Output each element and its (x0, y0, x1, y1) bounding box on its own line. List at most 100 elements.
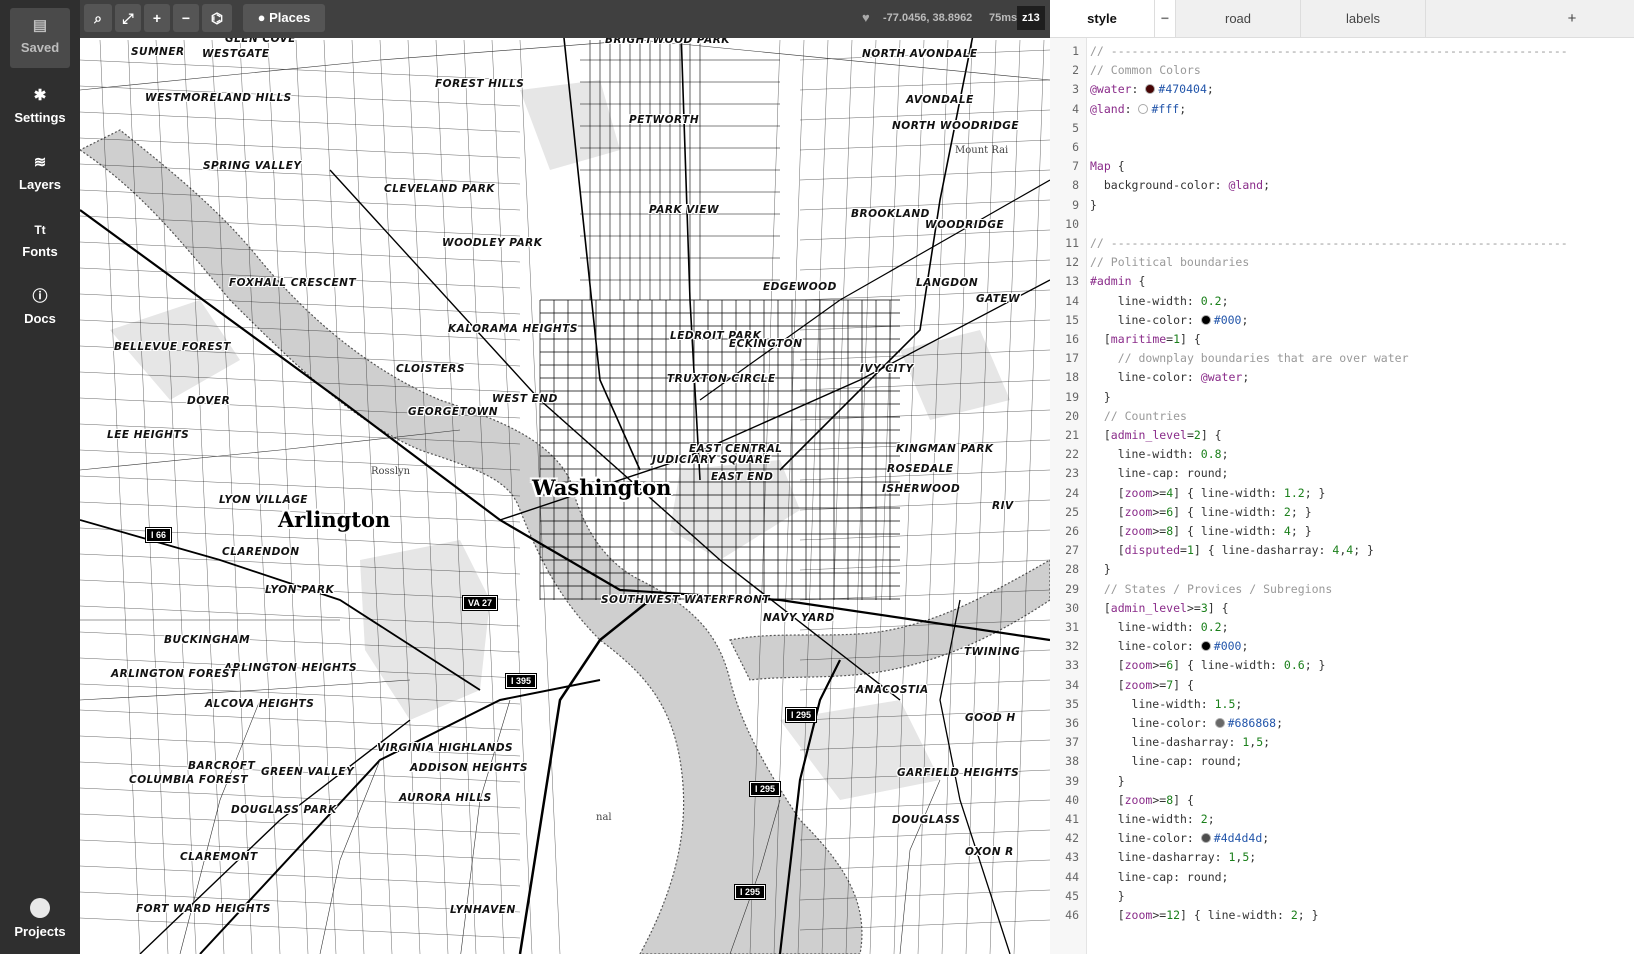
highway-shield: I 295 (733, 884, 767, 900)
code-line[interactable]: 9} (1050, 195, 1634, 215)
tab-labels[interactable]: labels (1301, 0, 1426, 37)
code-line[interactable]: 22 line-width: 0.8; (1050, 444, 1634, 464)
fonts-button[interactable]: Tt Fonts (0, 222, 80, 259)
code-line[interactable]: 1 // ------------------------------------… (1050, 41, 1634, 61)
heart-icon[interactable]: ♥ (862, 0, 870, 36)
city-label-arlington: Arlington (278, 507, 391, 532)
code-text: } (1090, 773, 1125, 788)
code-line[interactable]: 25 [zoom>=6] { line-width: 2; } (1050, 502, 1634, 522)
code-line[interactable]: 2 // Common Colors (1050, 60, 1634, 80)
app-sidebar: ▤ Saved ✱ Settings ≋ Layers Tt Fonts ⓘ D… (0, 0, 80, 954)
code-line[interactable]: 16 [maritime=1] { (1050, 329, 1634, 349)
docs-button[interactable]: ⓘ Docs (0, 289, 80, 327)
code-line[interactable]: 19 } (1050, 387, 1634, 407)
code-line[interactable]: 8 background-color: @land; (1050, 175, 1634, 195)
code-line[interactable]: 23 line-cap: round; (1050, 463, 1634, 483)
map-small-label: Mount Rai (955, 145, 1009, 156)
zoom-out-button[interactable]: − (173, 4, 199, 32)
code-line[interactable]: 5 (1050, 118, 1634, 138)
code-line[interactable]: 45 } (1050, 886, 1634, 906)
code-line[interactable]: 38 line-cap: round; (1050, 751, 1634, 771)
code-line[interactable]: 35 line-width: 1.5; (1050, 694, 1634, 714)
map-label: ALCOVA HEIGHTS (205, 698, 315, 710)
map-canvas[interactable]: SUMNER GLEN COVE WESTGATE BRIGHTWOOD PAR… (80, 0, 1050, 954)
code-text: line-dasharray: 1,5; (1090, 735, 1271, 750)
gear-icon: ✱ (33, 87, 47, 104)
code-text: // downplay boundaries that are over wat… (1117, 351, 1409, 366)
search-button[interactable]: ⌕ (84, 4, 112, 32)
color-swatch (1138, 103, 1149, 114)
line-number: 38 (1065, 754, 1079, 769)
code-line[interactable]: 34 [zoom>=7] { (1050, 675, 1634, 695)
code-line[interactable]: 46 [zoom>=12] { line-width: 2; } (1050, 905, 1634, 925)
city-label-washington: Washington (532, 475, 672, 500)
layers-button[interactable]: ≋ Layers (0, 155, 80, 193)
code-line[interactable]: 14 line-width: 0.2; (1050, 291, 1634, 311)
code-line[interactable]: 18 line-color: @water; (1050, 367, 1634, 387)
code-line[interactable]: 36 line-color: #686868; (1050, 713, 1634, 733)
map-label: WESTGATE (202, 48, 270, 60)
code-line[interactable]: 7 Map { (1050, 156, 1634, 176)
code-line[interactable]: 31 line-width: 0.2; (1050, 617, 1634, 637)
code-line[interactable]: 44 line-cap: round; (1050, 867, 1634, 887)
add-tab-button[interactable]: + (1557, 0, 1587, 37)
code-line[interactable]: 43 line-dasharray: 1,5; (1050, 847, 1634, 867)
code-line[interactable]: 10 (1050, 214, 1634, 234)
tab-close-button[interactable]: − (1155, 0, 1176, 37)
code-line[interactable]: 37 line-dasharray: 1,5; (1050, 732, 1634, 752)
zoom-in-button[interactable]: + (144, 4, 170, 32)
code-line[interactable]: 13 #admin { (1050, 271, 1634, 291)
code-line[interactable]: 27 [disputed=1] { line-dasharray: 4,4; } (1050, 540, 1634, 560)
code-line[interactable]: 30 [admin_level>=3] { (1050, 598, 1634, 618)
code-line[interactable]: 42 line-color: #4d4d4d; (1050, 828, 1634, 848)
code-line[interactable]: 32 line-color: #000; (1050, 636, 1634, 656)
code-line[interactable]: 39 } (1050, 771, 1634, 791)
line-number: 23 (1065, 466, 1079, 481)
style-editor: style − road labels + 1 // --------------… (1050, 0, 1634, 954)
places-button[interactable]: ● Places (243, 4, 325, 32)
code-line[interactable]: 4 @land: #fff; (1050, 99, 1634, 119)
line-number: 39 (1065, 773, 1079, 788)
code-line[interactable]: 21 [admin_level=2] { (1050, 425, 1634, 445)
settings-button[interactable]: ✱ Settings (0, 87, 80, 126)
code-line[interactable]: 33 [zoom>=6] { line-width: 0.6; } (1050, 655, 1634, 675)
inspect-button[interactable]: ⌬ (202, 4, 232, 32)
code-line[interactable]: 11 // -----------------------------------… (1050, 233, 1634, 253)
plus-icon: + (152, 10, 162, 26)
map-label: CLEVELAND PARK (384, 183, 495, 195)
code-line[interactable]: 12 // Political boundaries (1050, 252, 1634, 272)
code-line[interactable]: 17 // downplay boundaries that are over … (1050, 348, 1634, 368)
map-label: SOUTHWEST WATERFRONT (601, 594, 770, 606)
render-time: 75ms (989, 12, 1018, 24)
map-label: ARLINGTON HEIGHTS (224, 662, 358, 674)
line-number: 37 (1065, 735, 1079, 750)
saved-button[interactable]: ▤ Saved (10, 8, 70, 68)
code-line[interactable]: 29 // States / Provices / Subregions (1050, 579, 1634, 599)
map-label: CLAREMONT (180, 851, 258, 863)
code-line[interactable]: 20 // Countries (1050, 406, 1634, 426)
line-number: 16 (1065, 332, 1079, 346)
code-text: // Countries (1103, 408, 1187, 423)
line-number: 8 (1072, 178, 1079, 193)
code-line[interactable]: 40 [zoom>=8] { (1050, 790, 1634, 810)
code-line[interactable]: 6 (1050, 137, 1634, 157)
fullscreen-button[interactable]: ⤢ (115, 4, 141, 32)
map-label: PARK VIEW (649, 204, 720, 216)
minus-icon: − (1160, 10, 1170, 26)
line-number: 29 (1065, 581, 1079, 596)
code-line[interactable]: 24 [zoom>=4] { line-width: 1.2; } (1050, 483, 1634, 503)
tab-road[interactable]: road (1176, 0, 1301, 37)
code-line[interactable]: 3 @water: #470404; (1050, 79, 1634, 99)
code-editor[interactable]: 1 // ------------------------------------… (1050, 38, 1634, 954)
projects-button[interactable]: Projects (0, 898, 80, 939)
settings-label: Settings (14, 110, 66, 125)
code-line[interactable]: 15 line-color: #000; (1050, 310, 1634, 330)
tab-style[interactable]: style (1050, 0, 1155, 37)
code-line[interactable]: 28 } (1050, 559, 1634, 579)
line-number: 9 (1072, 197, 1079, 212)
code-text: Map { (1090, 159, 1125, 174)
code-text: #admin { (1090, 274, 1146, 289)
code-line[interactable]: 41 line-width: 2; (1050, 809, 1634, 829)
code-line[interactable]: 26 [zoom>=8] { line-width: 4; } (1050, 521, 1634, 541)
map-label: LEE HEIGHTS (107, 429, 190, 441)
